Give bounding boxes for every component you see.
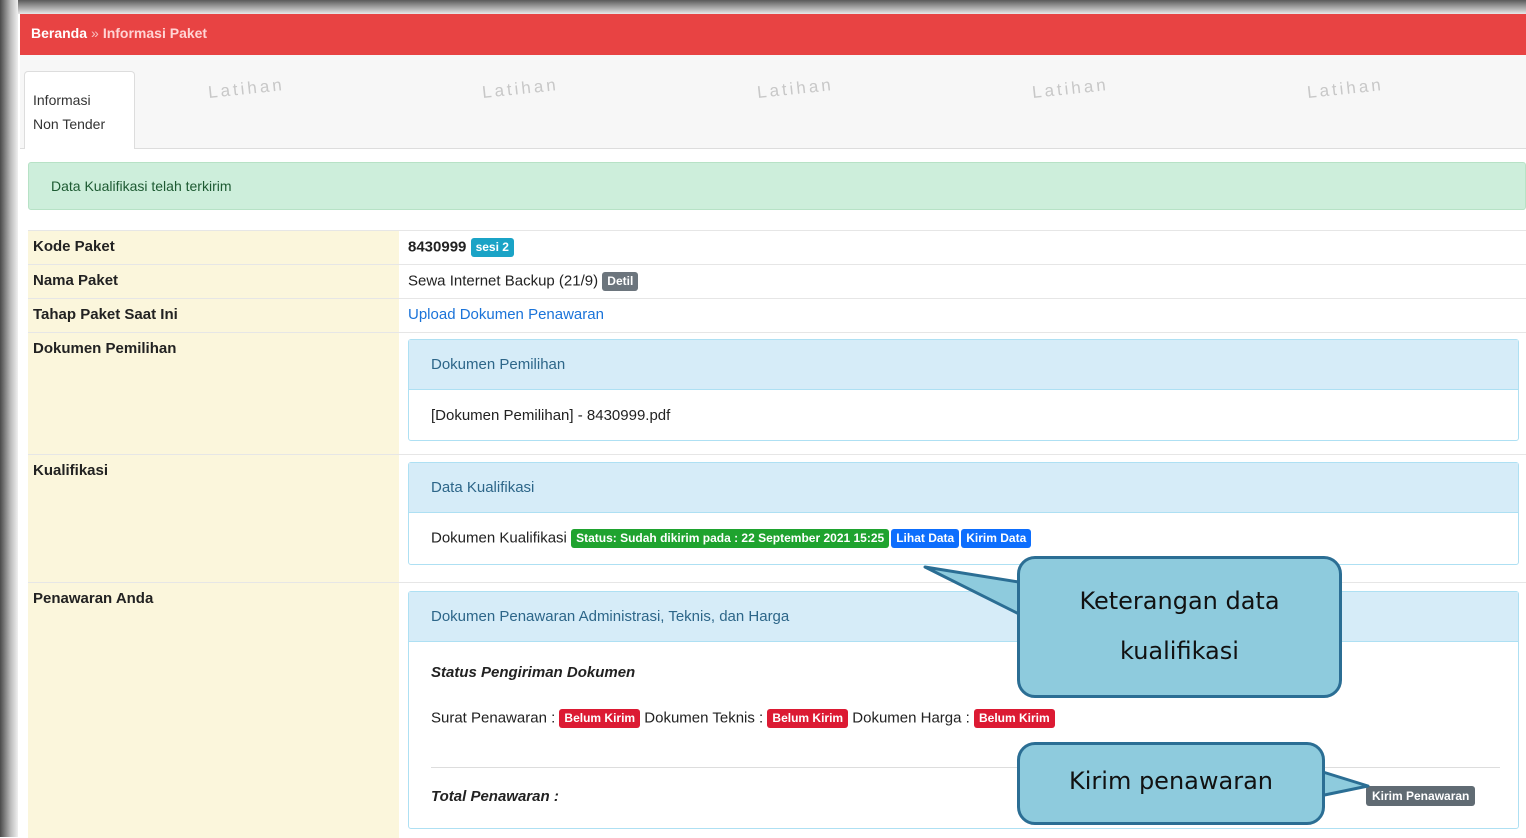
field-value: Upload Dokumen Penawaran bbox=[408, 306, 604, 323]
callout-line: Keterangan data bbox=[1079, 587, 1280, 615]
field-label: Penawaran Anda bbox=[28, 583, 399, 838]
breadcrumb-separator: » bbox=[91, 25, 99, 41]
teknis-status-badge: Belum Kirim bbox=[767, 709, 849, 728]
nama-paket-value: Sewa Internet Backup (21/9) bbox=[408, 272, 599, 290]
field-value: Sewa Internet Backup (21/9) Detil bbox=[408, 272, 639, 291]
row-kode-paket: Kode Paket 8430999 sesi 2 bbox=[28, 230, 1526, 265]
sesi-badge: sesi 2 bbox=[470, 238, 514, 257]
page: Beranda» Informasi Paket Informasi Non Te… bbox=[20, 14, 1526, 838]
field-label: Nama Paket bbox=[28, 265, 399, 299]
breadcrumb-bar: Beranda» Informasi Paket bbox=[20, 14, 1526, 55]
status-pengiriman-line: Surat Penawaran : Belum Kirim Dokumen Te… bbox=[431, 709, 1055, 728]
lihat-data-button[interactable]: Lihat Data bbox=[891, 529, 960, 548]
tab-informasi-non-tender[interactable]: Informasi Non Tender bbox=[24, 71, 135, 149]
panel-body: Dokumen Kualifikasi Status: Sudah dikiri… bbox=[409, 513, 1518, 548]
screenshot-shadow-top bbox=[0, 0, 1526, 14]
watermark: Latihan bbox=[1306, 75, 1385, 102]
kirim-penawaran-button[interactable]: Kirim Penawaran bbox=[1366, 786, 1476, 806]
status-pengiriman-heading: Status Pengiriman Dokumen bbox=[431, 664, 636, 681]
tab-label-line2: Non Tender bbox=[33, 116, 106, 132]
field-label: Dokumen Pemilihan bbox=[28, 333, 399, 455]
breadcrumb-home-link[interactable]: Beranda bbox=[31, 25, 87, 41]
dokumen-kualifikasi-label: Dokumen Kualifikasi bbox=[431, 529, 567, 547]
field-label: Kode Paket bbox=[28, 231, 399, 265]
tab-label-line1: Informasi bbox=[33, 92, 91, 108]
watermark: Latihan bbox=[207, 75, 286, 102]
watermark: Latihan bbox=[481, 75, 560, 102]
field-label: Kualifikasi bbox=[28, 455, 399, 583]
detil-button[interactable]: Detil bbox=[602, 272, 639, 291]
callout-kirim-penawaran: Kirim penawaran bbox=[1017, 742, 1325, 825]
surat-penawaran-label: Surat Penawaran : bbox=[431, 709, 556, 727]
kualifikasi-status-badge: Status: Sudah dikirim pada : 22 Septembe… bbox=[571, 529, 890, 548]
screenshot-shadow-left bbox=[0, 0, 18, 837]
harga-status-badge: Belum Kirim bbox=[974, 709, 1055, 728]
panel-body: [Dokumen Pemilihan] - 8430999.pdf bbox=[409, 390, 1518, 424]
kode-paket-value: 8430999 bbox=[408, 238, 467, 256]
field-label: Tahap Paket Saat Ini bbox=[28, 299, 399, 333]
callout-line: kualifikasi bbox=[1120, 637, 1239, 665]
panel-kualifikasi: Data Kualifikasi Dokumen Kualifikasi Sta… bbox=[408, 462, 1519, 565]
dokumen-teknis-label: Dokumen Teknis : bbox=[644, 709, 764, 727]
success-alert: Data Kualifikasi telah terkirim bbox=[28, 162, 1526, 210]
total-penawaran-label: Total Penawaran : bbox=[431, 788, 559, 805]
field-value: 8430999 sesi 2 bbox=[408, 238, 514, 257]
tahap-link[interactable]: Upload Dokumen Penawaran bbox=[408, 306, 604, 323]
row-nama-paket: Nama Paket Sewa Internet Backup (21/9) D… bbox=[28, 264, 1526, 299]
tab-strip: Informasi Non Tender Latihan Latihan Lat… bbox=[20, 55, 1526, 149]
row-dokumen-pemilihan: Dokumen Pemilihan Dokumen Pemilihan [Dok… bbox=[28, 332, 1526, 455]
surat-status-badge: Belum Kirim bbox=[559, 709, 641, 728]
watermark: Latihan bbox=[1031, 75, 1110, 102]
watermark: Latihan bbox=[756, 75, 835, 102]
kirim-data-button[interactable]: Kirim Data bbox=[961, 529, 1032, 548]
row-tahap: Tahap Paket Saat Ini Upload Dokumen Pena… bbox=[28, 298, 1526, 333]
dokumen-pemilihan-file-link[interactable]: [Dokumen Pemilihan] - 8430999.pdf bbox=[431, 407, 670, 424]
panel-title: Dokumen Pemilihan bbox=[409, 340, 1518, 390]
panel-title: Data Kualifikasi bbox=[409, 463, 1518, 513]
dokumen-harga-label: Dokumen Harga : bbox=[852, 709, 970, 727]
breadcrumb: Beranda» Informasi Paket bbox=[31, 25, 207, 41]
panel-dokumen-pemilihan: Dokumen Pemilihan [Dokumen Pemilihan] - … bbox=[408, 339, 1519, 441]
callout-keterangan-kualifikasi: Keterangan data kualifikasi bbox=[1017, 556, 1342, 698]
breadcrumb-current: Informasi Paket bbox=[102, 25, 208, 41]
